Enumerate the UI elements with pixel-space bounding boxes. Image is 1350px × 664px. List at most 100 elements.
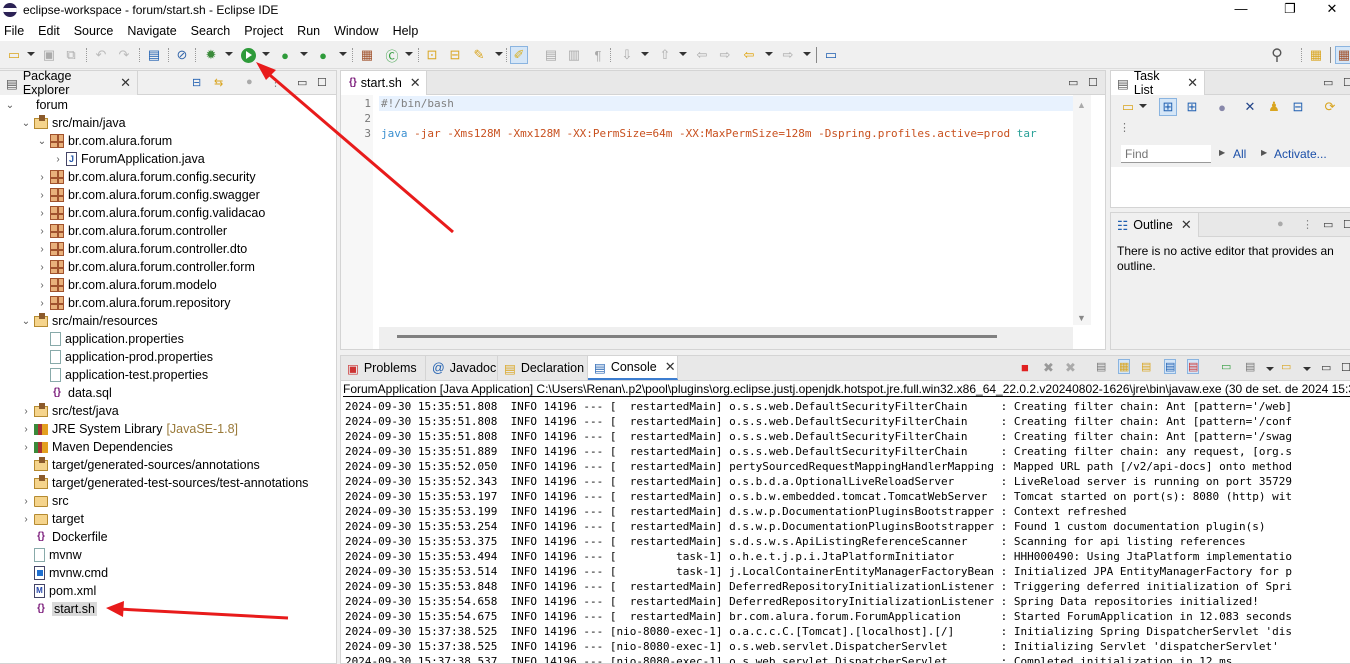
open-console-dropdown[interactable] [1303,367,1311,371]
forward-dropdown[interactable] [803,52,811,56]
close-icon[interactable]: ✕ [1181,217,1192,233]
tab-package-explorer[interactable]: ▤ Package Explorer ✕ [0,69,138,97]
tree-item[interactable]: › br.com.alura.forum.modelo [36,276,217,294]
external-tools-dropdown[interactable] [339,52,347,56]
new-task-icon[interactable]: ▭ [1119,98,1137,116]
open-type-icon[interactable]: ⊡ [423,46,441,64]
next-annotation-icon[interactable]: ⇩ [618,46,636,64]
new-dropdown[interactable] [27,52,35,56]
save-icon[interactable]: ▣ [40,46,58,64]
menu-project[interactable]: Project [244,24,283,38]
tree-item[interactable]: ⌄ forum [4,96,68,114]
maximize-view-icon[interactable]: ☐ [317,76,327,89]
minimize-view-icon[interactable]: ▭ [1068,76,1078,89]
run-button[interactable] [239,46,257,64]
forward-icon[interactable]: ⇨ [779,46,797,64]
chevron-right-icon[interactable]: › [36,262,48,273]
maximize-view-icon[interactable]: ☐ [1088,76,1098,89]
chevron-right-icon[interactable]: › [36,280,48,291]
external-tools-icon[interactable]: ● [314,46,332,64]
redo-icon[interactable]: ↷ [115,46,133,64]
tree-item[interactable]: mvnw [20,546,82,564]
scroll-thumb[interactable] [397,335,997,338]
collapse-all-icon[interactable]: ⊟ [1289,98,1307,116]
scheduled-icon[interactable]: ⊞ [1183,98,1201,116]
chevron-right-icon[interactable]: › [36,190,48,201]
tree-item[interactable]: ⌄ src/main/resources [20,312,158,330]
maximize-view-icon[interactable]: ☐ [1343,76,1350,89]
tab-task-list[interactable]: ▤ Task List ✕ [1111,69,1205,97]
quick-access-search-icon[interactable]: ⚲ [1268,46,1286,64]
open-console-icon[interactable]: ▭ [1281,360,1291,373]
undo-icon[interactable]: ↶ [92,46,110,64]
vertical-scrollbar[interactable]: ▲ ▼ [1073,95,1091,325]
view-menu-icon[interactable]: ⋮ [1302,218,1313,231]
close-icon[interactable]: ✕ [1187,75,1198,91]
chevron-down-icon[interactable]: ⌄ [20,118,32,129]
horizontal-scrollbar[interactable] [379,327,1073,349]
open-perspective-icon[interactable]: ▭ [822,46,840,64]
synchronize-icon[interactable]: ⟳ [1321,98,1339,116]
open-perspective-button-icon[interactable]: ▦ [1307,46,1325,64]
show-only-my-tasks-icon[interactable]: ♟ [1265,98,1283,116]
tree-item[interactable]: › br.com.alura.forum.controller.dto [36,240,247,258]
back-icon[interactable]: ⇦ [740,46,758,64]
show-on-stderr-icon[interactable]: ▤ [1187,359,1200,374]
terminate-icon[interactable]: ■ [1021,360,1029,375]
search-icon[interactable]: ✎ [470,46,488,64]
link-with-editor-icon[interactable]: ⇆ [214,76,223,89]
tree-item[interactable]: mvnw.cmd [20,564,108,582]
open-task-icon[interactable]: ⊟ [446,46,464,64]
close-icon[interactable]: ✕ [665,359,676,375]
tree-item[interactable]: application-test.properties [36,366,208,384]
menu-file[interactable]: File [4,24,24,38]
show-on-stdout-icon[interactable]: ▤ [1164,359,1177,374]
remove-all-terminated-icon[interactable]: ✖ [1065,360,1076,376]
tree-item[interactable]: ⌄ br.com.alura.forum [36,132,172,150]
display-selected-console-icon[interactable]: ▤ [1245,360,1255,373]
menu-window[interactable]: Window [334,24,378,38]
console-output[interactable]: 2024-09-30 15:35:51.808 INFO 14196 --- [… [341,391,1350,663]
filters-icon[interactable]: ● [246,76,253,88]
new-task-dropdown[interactable] [1139,104,1147,108]
tree-item[interactable]: {} start.sh [20,600,97,618]
tree-item[interactable]: › br.com.alura.forum.config.swagger [36,186,260,204]
tree-item[interactable]: › br.com.alura.forum.repository [36,294,231,312]
pin-console-icon[interactable]: ▭ [1221,360,1231,373]
next-edit-location-icon[interactable]: ⇨ [716,46,734,64]
menu-navigate[interactable]: Navigate [127,24,176,38]
chevron-right-icon[interactable]: › [36,172,48,183]
new-icon[interactable]: ▭ [5,46,23,64]
new-class-dropdown[interactable] [405,52,413,56]
scroll-up-icon[interactable]: ▲ [1077,100,1086,110]
tree-item[interactable]: › J ForumApplication.java [52,150,205,168]
chevron-down-icon[interactable]: ⌄ [4,100,16,111]
maximize-view-icon[interactable]: ☐ [1341,361,1350,374]
tree-item[interactable]: application-prod.properties [36,348,213,366]
chevron-right-icon[interactable]: › [20,424,32,435]
last-edit-location-icon[interactable]: ⇦ [693,46,711,64]
tree-item[interactable]: {} Dockerfile [20,528,107,546]
chevron-right-icon[interactable]: › [20,442,32,453]
tree-item[interactable]: › JRE System Library [JavaSE-1.8] [20,420,238,438]
debug-dropdown[interactable] [225,52,233,56]
chevron-right-icon[interactable]: › [52,154,64,165]
tree-item[interactable]: › br.com.alura.forum.config.validacao [36,204,265,222]
previous-annotation-icon[interactable]: ⇧ [656,46,674,64]
back-dropdown[interactable] [765,52,773,56]
scroll-down-icon[interactable]: ▼ [1077,313,1086,323]
tree-item[interactable]: › br.com.alura.forum.config.security [36,168,256,186]
toggle-word-wrap-icon[interactable]: ▥ [565,46,583,64]
toggle-mark-occurrences-icon[interactable]: ✐ [510,46,528,64]
search-dropdown[interactable] [495,52,503,56]
tab-problems[interactable]: ▣ Problems [341,356,426,380]
tab-start-sh[interactable]: {} start.sh ✕ [341,71,427,95]
chevron-right-icon[interactable]: › [36,244,48,255]
tree-item[interactable]: Mpom.xml [20,582,96,600]
toggle-block-selection-icon[interactable]: ▤ [542,46,560,64]
view-menu-icon[interactable]: ⋮ [1119,121,1130,134]
clear-console-icon[interactable]: ▤ [1096,360,1106,373]
chevron-down-icon[interactable]: ⌄ [20,316,32,327]
tree-item[interactable]: target/generated-test-sources/test-annot… [20,474,308,492]
tree-item[interactable]: {} data.sql [36,384,112,402]
